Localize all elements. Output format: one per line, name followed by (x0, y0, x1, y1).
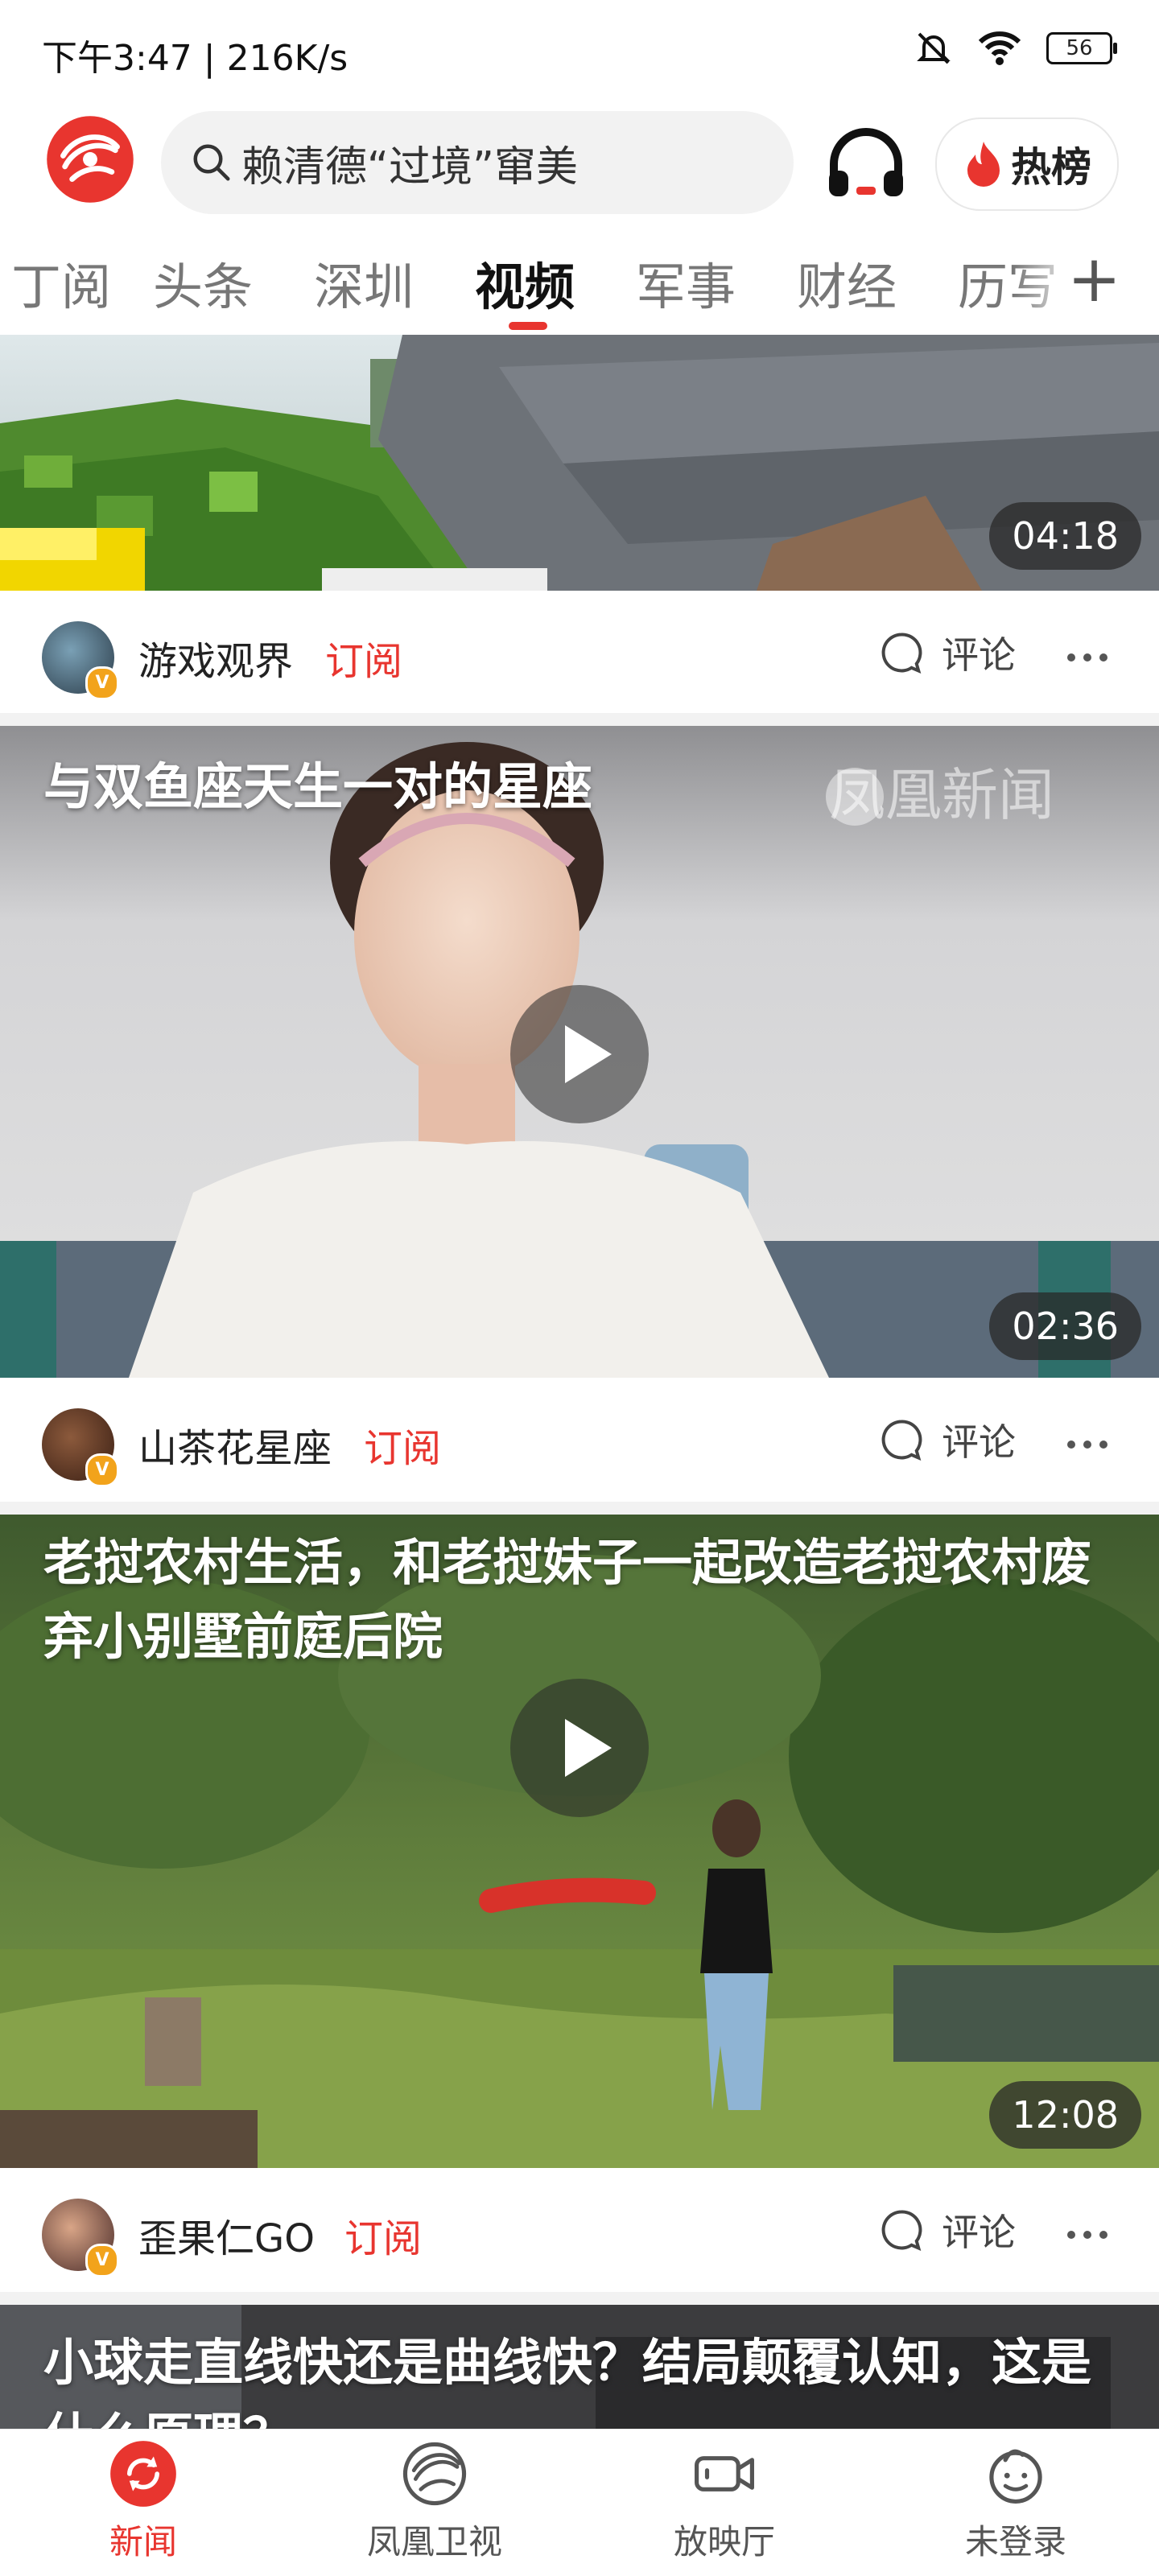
phoenix-logo-icon[interactable] (45, 114, 135, 204)
play-button[interactable] (510, 985, 649, 1123)
video-thumbnail[interactable]: 凤凰新闻 与双鱼座天生一对的星座 02:36 (0, 726, 1159, 1378)
status-time-speed: 下午3:47 | 216K/s (42, 38, 349, 79)
comment-button[interactable]: 评论 (877, 2203, 1016, 2257)
add-channel-button[interactable]: + (1067, 241, 1121, 316)
comment-icon (881, 1420, 922, 1461)
nav-label: 放映厅 (673, 2522, 775, 2562)
search-icon (193, 144, 230, 181)
divider (0, 2292, 1159, 2305)
play-button[interactable] (510, 1679, 649, 1817)
video-meta-row: V 歪果仁GO 订阅 评论 (0, 2168, 1159, 2305)
video-duration: 04:18 (989, 502, 1141, 570)
comment-button[interactable]: 评论 (877, 626, 1016, 679)
video-meta-row: V 山茶花星座 订阅 评论 (0, 1378, 1159, 1515)
status-bar: 下午3:47 | 216K/s 56 (0, 0, 1159, 105)
nav-label: 新闻 (109, 2522, 177, 2562)
subscribe-button[interactable]: 订阅 (325, 629, 402, 686)
divider (0, 1502, 1159, 1515)
bottom-navigation: 新闻 凤凰卫视 放映厅 未登录 (0, 2429, 1159, 2576)
tab-headlines[interactable]: 头条 (153, 246, 253, 319)
phoenix-tv-icon (402, 2442, 467, 2506)
video-title[interactable]: 与双鱼座天生一对的星座 (43, 750, 1111, 824)
verified-badge-icon: V (85, 1453, 119, 1487)
user-icon (989, 2449, 1042, 2504)
video-duration: 02:36 (989, 1292, 1141, 1360)
author-name[interactable]: 游戏观界 (138, 629, 293, 686)
video-thumbnail[interactable]: 04:18 (0, 335, 1159, 591)
flame-icon (967, 142, 1000, 187)
verified-badge-icon: V (85, 2244, 119, 2277)
mute-bell-icon (917, 32, 951, 64)
tab-military[interactable]: 军事 (636, 246, 736, 319)
comment-icon (881, 2210, 922, 2251)
hot-list-label: 热榜 (1011, 144, 1091, 191)
more-options-button[interactable] (1067, 1440, 1107, 1449)
nav-news[interactable]: 新闻 (55, 2439, 232, 2564)
wifi-icon (978, 31, 1021, 65)
comment-label: 评论 (942, 1420, 1016, 1464)
verified-badge-icon: V (85, 666, 119, 700)
video-meta-row: V 游戏观界 订阅 评论 (0, 591, 1159, 727)
search-placeholder: 赖清德“过境”窜美 (241, 142, 578, 192)
author-name[interactable]: 歪果仁GO (138, 2207, 315, 2263)
video-thumbnail[interactable]: 小球走直线快还是曲线快？结局颠覆认知，这是什么原理？ (0, 2305, 1159, 2429)
tab-shenzhen[interactable]: 深圳 (314, 246, 414, 319)
subscribe-button[interactable]: 订阅 (344, 2207, 422, 2263)
headphones-icon[interactable] (824, 126, 908, 203)
video-camera-icon (695, 2456, 754, 2492)
nav-label: 未登录 (964, 2522, 1066, 2562)
tab-finance[interactable]: 财经 (797, 246, 897, 319)
nav-cinema[interactable]: 放映厅 (636, 2439, 813, 2564)
divider (0, 713, 1159, 726)
video-title[interactable]: 老挝农村生活，和老挝妹子一起改造老挝农村废弃小别墅前庭后院 (43, 1526, 1111, 1674)
comment-label: 评论 (942, 2211, 1016, 2254)
comment-icon (881, 633, 922, 674)
battery-indicator: 56 (1046, 32, 1117, 64)
tab-video[interactable]: 视频 (475, 246, 575, 319)
category-tabs: 丁阅 头条 深圳 视频 军事 财经 历写 (0, 238, 1159, 335)
author-name[interactable]: 山茶花星座 (138, 1416, 332, 1473)
refresh-icon (110, 2441, 176, 2507)
video-duration: 12:08 (989, 2081, 1141, 2149)
subscribe-button[interactable]: 订阅 (364, 1416, 441, 1473)
game-scene-image (0, 335, 1159, 591)
more-options-button[interactable] (1067, 2231, 1107, 2239)
nav-phoenix-tv[interactable]: 凤凰卫视 (346, 2439, 523, 2564)
nav-login[interactable]: 未登录 (927, 2439, 1104, 2564)
comment-button[interactable]: 评论 (877, 1413, 1016, 1466)
video-thumbnail[interactable]: 老挝农村生活，和老挝妹子一起改造老挝农村废弃小别墅前庭后院 12:08 (0, 1515, 1159, 2168)
comment-label: 评论 (942, 633, 1016, 677)
active-tab-indicator (509, 322, 547, 330)
search-bar[interactable]: 赖清德“过境”窜美 (161, 111, 794, 214)
more-options-button[interactable] (1067, 653, 1107, 662)
tab-subscribe[interactable]: 丁阅 (11, 246, 111, 319)
video-title[interactable]: 小球走直线快还是曲线快？结局颠覆认知，这是什么原理？ (43, 2326, 1111, 2429)
nav-label: 凤凰卫视 (366, 2522, 502, 2562)
hot-list-button[interactable]: 热榜 (935, 117, 1119, 211)
